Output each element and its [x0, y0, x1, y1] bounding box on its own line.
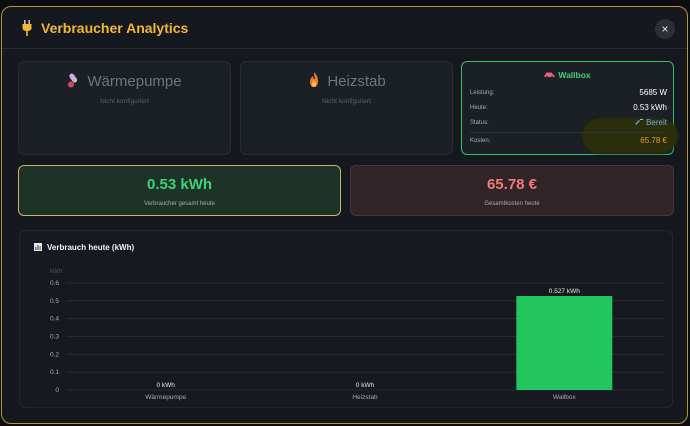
analytics-modal: Verbraucher Analytics × Wärmepumpe Nicht…: [1, 6, 688, 424]
x-tick-label: Wärmepumpe: [145, 394, 186, 401]
thermometer-icon: [68, 73, 78, 88]
device-card-wallbox[interactable]: Wallbox Leistung: 5685 W Heute: 0.53 kWh…: [461, 61, 678, 155]
data-label: 0 kWh: [156, 382, 175, 389]
data-label: 0.527 kWh: [549, 288, 580, 295]
device-status: Nicht konfiguriert: [100, 98, 149, 105]
summary-costs: 65.78 € Gesamtkosten heute: [350, 165, 674, 216]
y-tick-label: 0.3: [50, 334, 59, 341]
y-tick-label: 0.5: [50, 298, 59, 305]
device-card-waermepumpe[interactable]: Wärmepumpe Nicht konfiguriert: [18, 61, 231, 155]
y-tick-label: 0.1: [50, 369, 59, 376]
device-card-heizstab[interactable]: Heizstab Nicht konfiguriert: [240, 61, 453, 155]
consumption-value: 0.53 kWh: [146, 176, 213, 193]
device-name: Heizstab: [327, 73, 386, 90]
consumption-chart: kWh 0 0.1 0.2 0.3 0.4 0.5 0.6 0 kWh Wärmepumpe 0 k…: [50, 269, 664, 401]
wallbox-row-today: Heute: 0.53 kWh: [470, 103, 667, 112]
close-button[interactable]: ×: [655, 19, 675, 39]
divider: [470, 132, 667, 133]
wallbox-row-power: Leistung: 5685 W: [470, 88, 667, 97]
y-tick-label: 0.6: [50, 280, 59, 287]
plug-status-icon: [635, 119, 644, 125]
device-name: Wärmepumpe: [87, 73, 182, 90]
consumption-label: Verbraucher gesamt heute: [144, 201, 215, 207]
fire-icon: [310, 72, 319, 87]
data-label: 0 kWh: [356, 382, 375, 389]
bar: [516, 296, 613, 390]
car-icon: [544, 72, 555, 78]
x-tick-label: Wallbox: [553, 394, 577, 401]
y-tick-label: 0: [55, 387, 59, 394]
modal-header: Verbraucher Analytics ×: [2, 7, 687, 49]
costs-label: Gesamtkosten heute: [484, 201, 540, 207]
y-tick-label: 0.4: [50, 316, 59, 323]
x-tick-label: Heizstab: [352, 394, 378, 401]
wallbox-row-status: Status: Bereit: [470, 118, 667, 127]
y-axis-unit: kWh: [50, 269, 62, 275]
summary-consumption: 0.53 kWh Verbraucher gesamt heute: [18, 165, 341, 216]
modal-title: Verbraucher Analytics: [41, 20, 189, 36]
chart-card: Verbrauch heute (kWh) kWh 0 0.1 0.2 0.3 0.4 0.…: [19, 230, 673, 408]
wallbox-row-costs: Kosten: 65.78 €: [470, 136, 667, 145]
plug-icon: [22, 20, 32, 36]
wallbox-title: Wallbox: [558, 70, 591, 80]
device-status: Nicht konfiguriert: [322, 98, 371, 105]
y-tick-label: 0.2: [50, 351, 59, 358]
costs-value: 65.78 €: [486, 176, 538, 193]
